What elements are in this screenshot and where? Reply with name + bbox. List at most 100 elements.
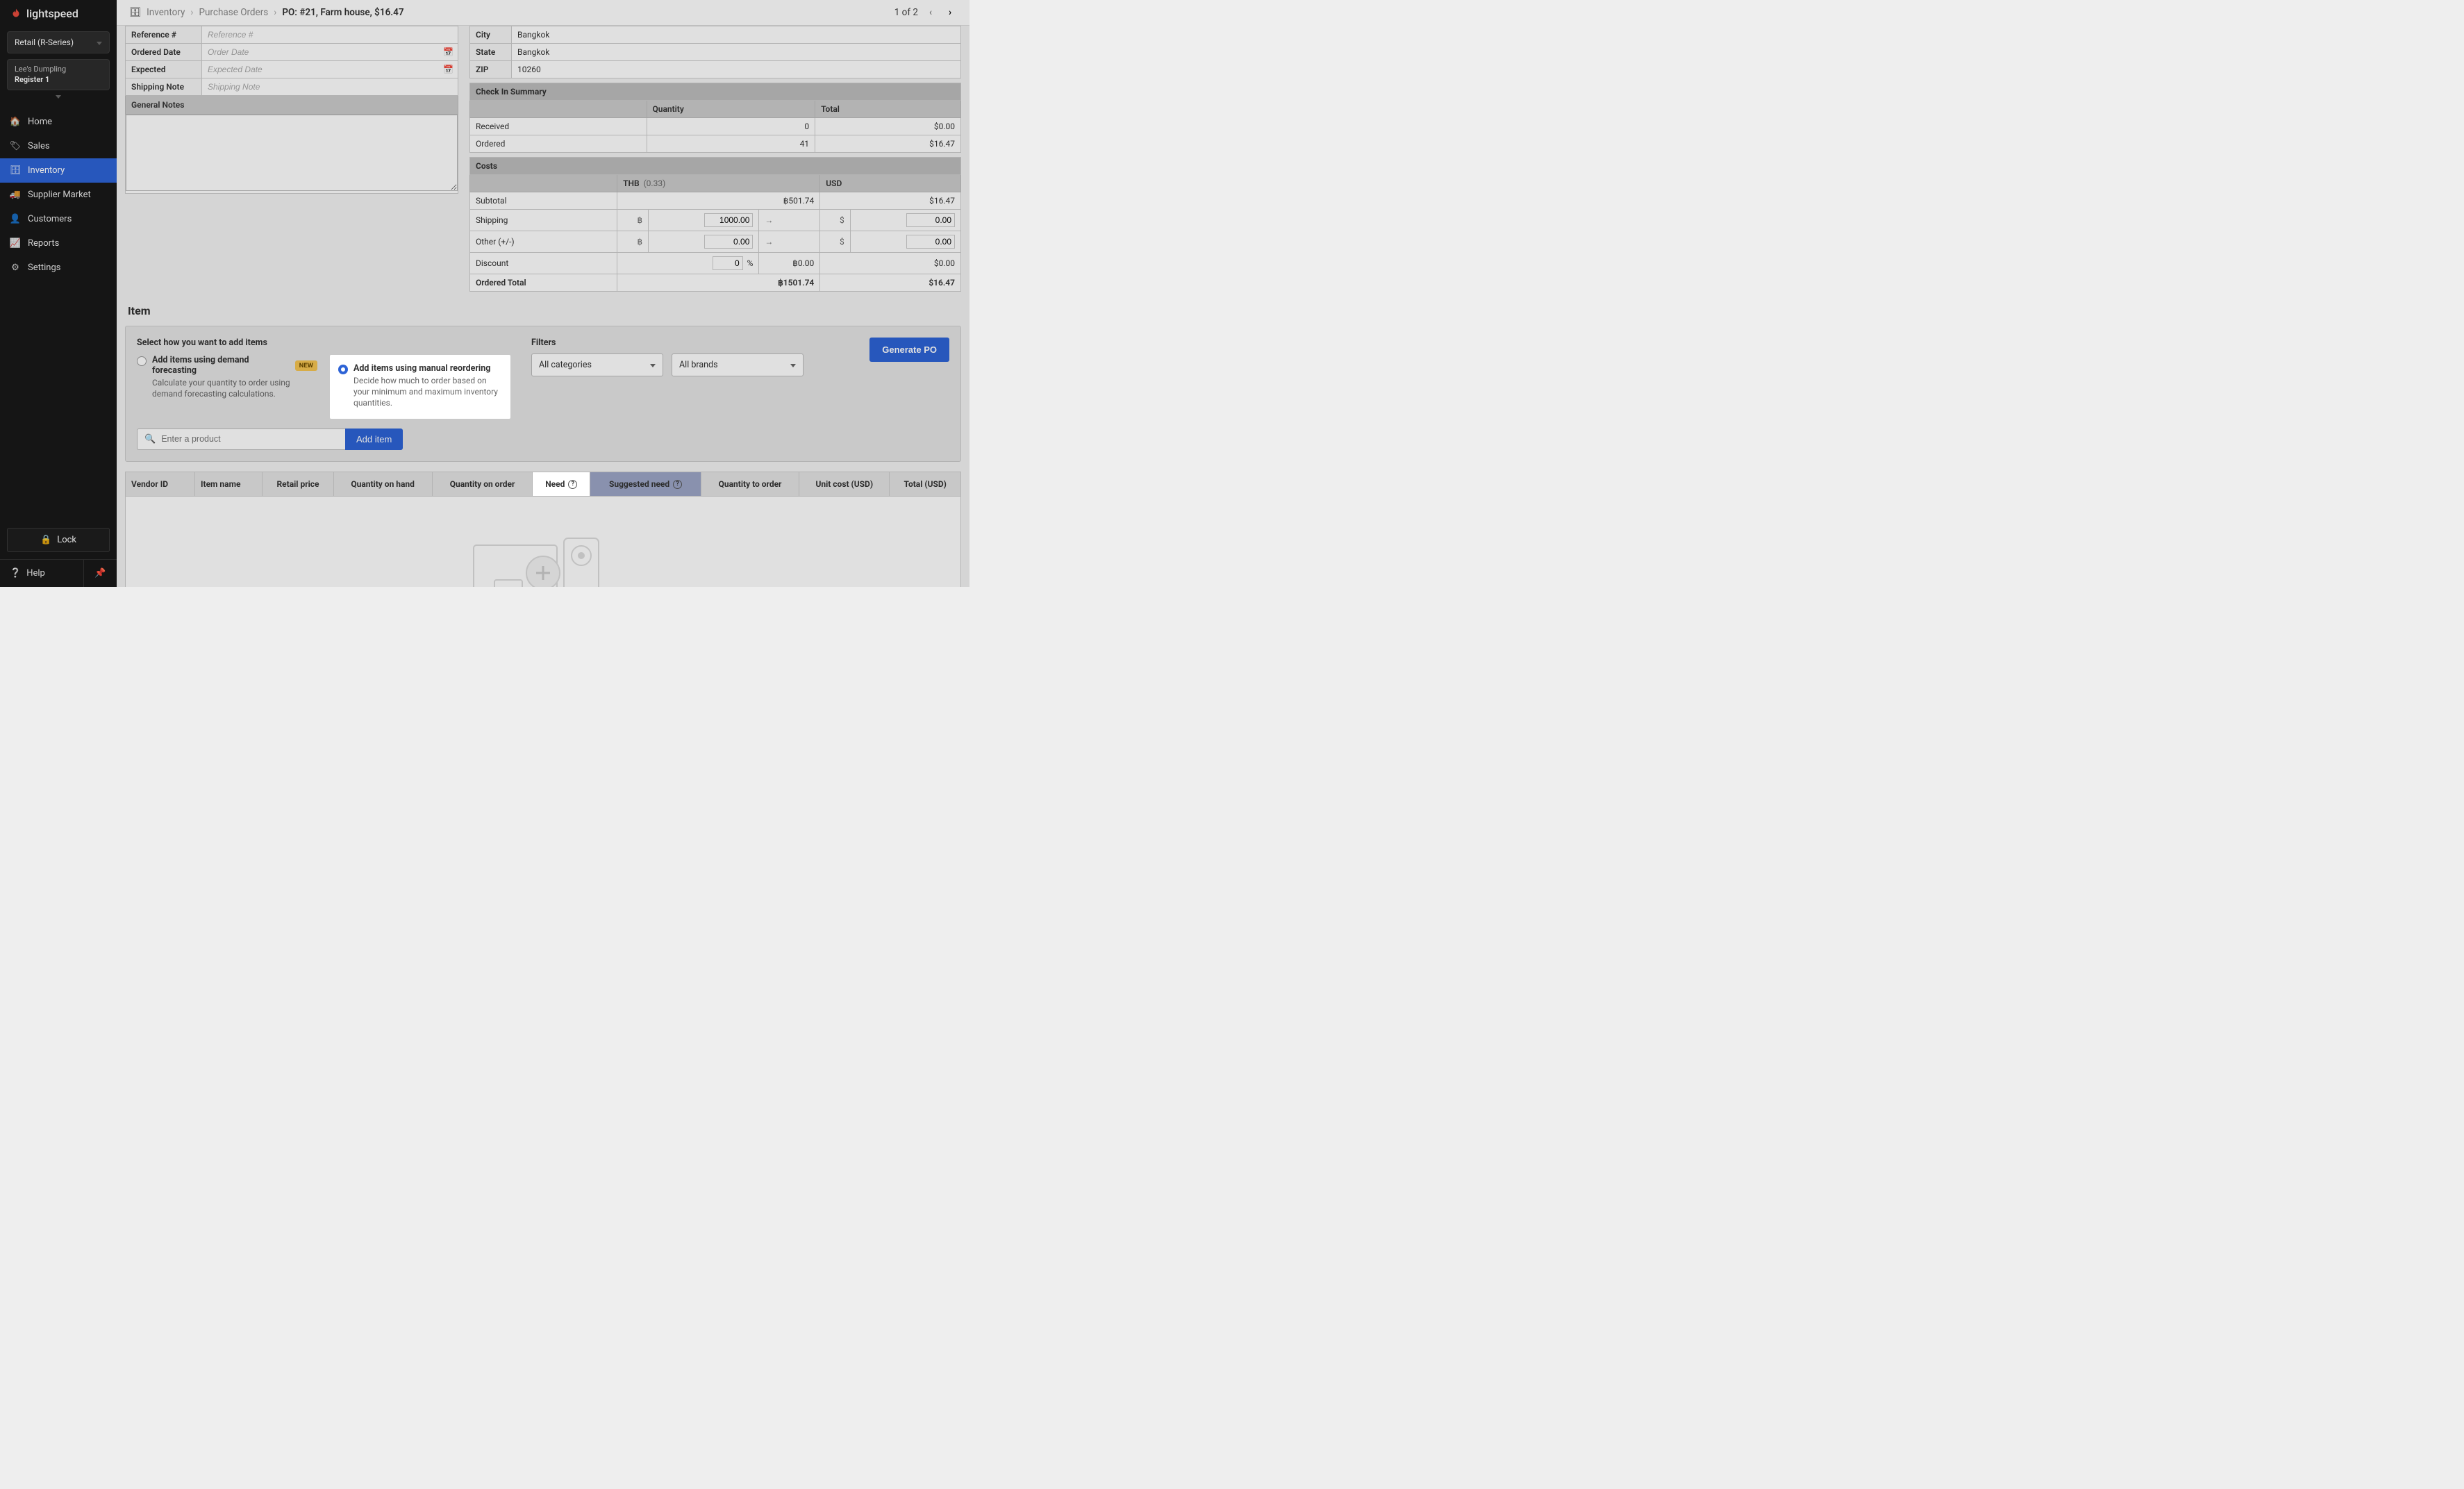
received-total: $0.00	[815, 118, 961, 135]
content: Reference # Ordered Date 📅 Expected 📅 Sh…	[117, 26, 969, 587]
pager: 1 of 2 ‹ ›	[894, 6, 957, 19]
dollar-symbol: $	[820, 231, 850, 253]
brand-text: lightspeed	[26, 7, 78, 20]
reference-input[interactable]	[208, 30, 452, 40]
chevron-right-icon: ›	[274, 7, 276, 18]
received-qty: 0	[647, 118, 815, 135]
help-label: Help	[26, 568, 45, 579]
help-button[interactable]: ❔ Help	[0, 560, 83, 587]
col-item-name: Item name	[195, 472, 263, 496]
nav-supplier-market[interactable]: 🚚Supplier Market	[0, 183, 117, 207]
subtotal-label: Subtotal	[470, 192, 617, 210]
caret-down-icon	[790, 360, 796, 370]
dropdown-label: All brands	[679, 360, 718, 370]
tag-icon: 🏷	[10, 141, 21, 151]
select-how-title: Select how you want to add items	[137, 338, 510, 348]
generate-po-button[interactable]: Generate PO	[869, 338, 949, 362]
baht-symbol: ฿	[617, 231, 649, 253]
qty-header: Quantity	[647, 101, 815, 118]
ordered-qty: 41	[647, 135, 815, 153]
new-badge: NEW	[295, 360, 317, 371]
col-vendor-id: Vendor ID	[126, 472, 195, 496]
chevron-down-icon	[56, 91, 61, 101]
breadcrumb-bar: 🗄 Inventory › Purchase Orders › PO: #21,…	[117, 0, 969, 26]
calendar-icon[interactable]: 📅	[443, 47, 453, 57]
search-row: 🔍 Add item	[137, 429, 949, 450]
chevron-right-icon: ›	[190, 7, 193, 18]
shipping-note-label: Shipping Note	[126, 78, 202, 96]
thb-label: THB	[623, 178, 640, 188]
help-icon: ❔	[10, 568, 21, 579]
nav-sales[interactable]: 🏷Sales	[0, 134, 117, 158]
shipping-usd-input[interactable]	[906, 213, 955, 227]
pager-next[interactable]: ›	[943, 6, 957, 19]
arrow-icon: →	[759, 231, 820, 253]
dropdown-brands[interactable]: All brands	[672, 353, 804, 376]
product-search-input[interactable]	[161, 434, 338, 444]
percent-label: %	[747, 258, 754, 268]
shipping-thb-input[interactable]	[704, 213, 753, 227]
empty-state: No items added to this purchase order Se…	[125, 497, 961, 587]
costs-header: Costs	[470, 158, 961, 175]
expected-label: Expected	[126, 61, 202, 78]
store-selector[interactable]: Lee's Dumpling Register 1	[7, 59, 110, 90]
nav-home[interactable]: 🏠Home	[0, 110, 117, 134]
shipping-note-input[interactable]	[208, 82, 452, 92]
col-qty-to-order: Quantity to order	[701, 472, 799, 496]
discount-thb: ฿0.00	[759, 253, 820, 274]
radio-manual-reordering[interactable]: Add items using manual reordering Decide…	[330, 355, 510, 419]
radio-demand-forecasting[interactable]: Add items using demand forecasting NEW C…	[137, 355, 317, 419]
expected-date-input[interactable]	[208, 65, 452, 74]
search-icon: 🔍	[144, 434, 156, 444]
general-notes-textarea[interactable]	[126, 115, 458, 191]
col-qty-on-order: Quantity on order	[432, 472, 533, 496]
city-value: Bangkok	[512, 26, 961, 44]
sidebar-expand[interactable]	[0, 90, 117, 103]
pager-prev[interactable]: ‹	[924, 6, 938, 19]
calendar-icon[interactable]: 📅	[443, 65, 453, 74]
store-name: Lee's Dumpling	[15, 64, 102, 74]
crumb-purchase-orders[interactable]: Purchase Orders	[199, 7, 268, 18]
checkin-header: Check In Summary	[470, 83, 961, 101]
discount-usd: $0.00	[820, 253, 961, 274]
page-title: PO: #21, Farm house, $16.47	[282, 7, 403, 18]
dropdown-label: All categories	[539, 360, 592, 370]
add-item-button[interactable]: Add item	[345, 429, 403, 450]
items-table: Vendor ID Item name Retail price Quantit…	[125, 472, 961, 497]
nav-label: Customers	[28, 214, 72, 224]
pin-button[interactable]: 📌	[83, 560, 117, 587]
help-icon[interactable]: ?	[568, 480, 577, 489]
lock-button[interactable]: 🔒 Lock	[7, 528, 110, 552]
radio-selected-icon	[338, 365, 348, 374]
radio-desc: Calculate your quantity to order using d…	[152, 377, 317, 399]
checkin-summary: Check In Summary QuantityTotal Received0…	[469, 83, 961, 153]
po-form: Reference # Ordered Date 📅 Expected 📅 Sh…	[125, 26, 458, 194]
col-need: Need ?	[533, 472, 590, 496]
crumb-inventory[interactable]: Inventory	[147, 7, 185, 18]
shipping-label: Shipping	[470, 210, 617, 231]
other-usd-input[interactable]	[906, 235, 955, 249]
nav-reports[interactable]: 📈Reports	[0, 231, 117, 256]
nav-customers[interactable]: 👤Customers	[0, 207, 117, 231]
other-label: Other (+/-)	[470, 231, 617, 253]
ordered-date-input[interactable]	[208, 47, 452, 57]
help-icon[interactable]: ?	[673, 480, 682, 489]
nav-inventory[interactable]: 🗄Inventory	[0, 158, 117, 183]
nav-settings[interactable]: ⚙Settings	[0, 256, 117, 280]
dropdown-categories[interactable]: All categories	[531, 353, 663, 376]
ordered-label: Ordered	[470, 135, 647, 153]
discount-label: Discount	[470, 253, 617, 274]
item-panel: Select how you want to add items Add ite…	[125, 326, 961, 462]
discount-amount-input[interactable]	[713, 256, 743, 270]
home-icon: 🏠	[10, 117, 21, 127]
other-thb-input[interactable]	[704, 235, 753, 249]
ordered-date-label: Ordered Date	[126, 44, 202, 61]
col-total: Total (USD)	[890, 472, 961, 496]
product-search[interactable]: 🔍	[137, 429, 345, 450]
state-label: State	[470, 44, 512, 61]
product-selector[interactable]: Retail (R-Series)	[7, 31, 110, 53]
col-retail-price: Retail price	[263, 472, 333, 496]
ordered-total-usd: $16.47	[820, 274, 961, 292]
ordered-total: $16.47	[815, 135, 961, 153]
address-table: CityBangkok StateBangkok ZIP10260	[469, 26, 961, 78]
